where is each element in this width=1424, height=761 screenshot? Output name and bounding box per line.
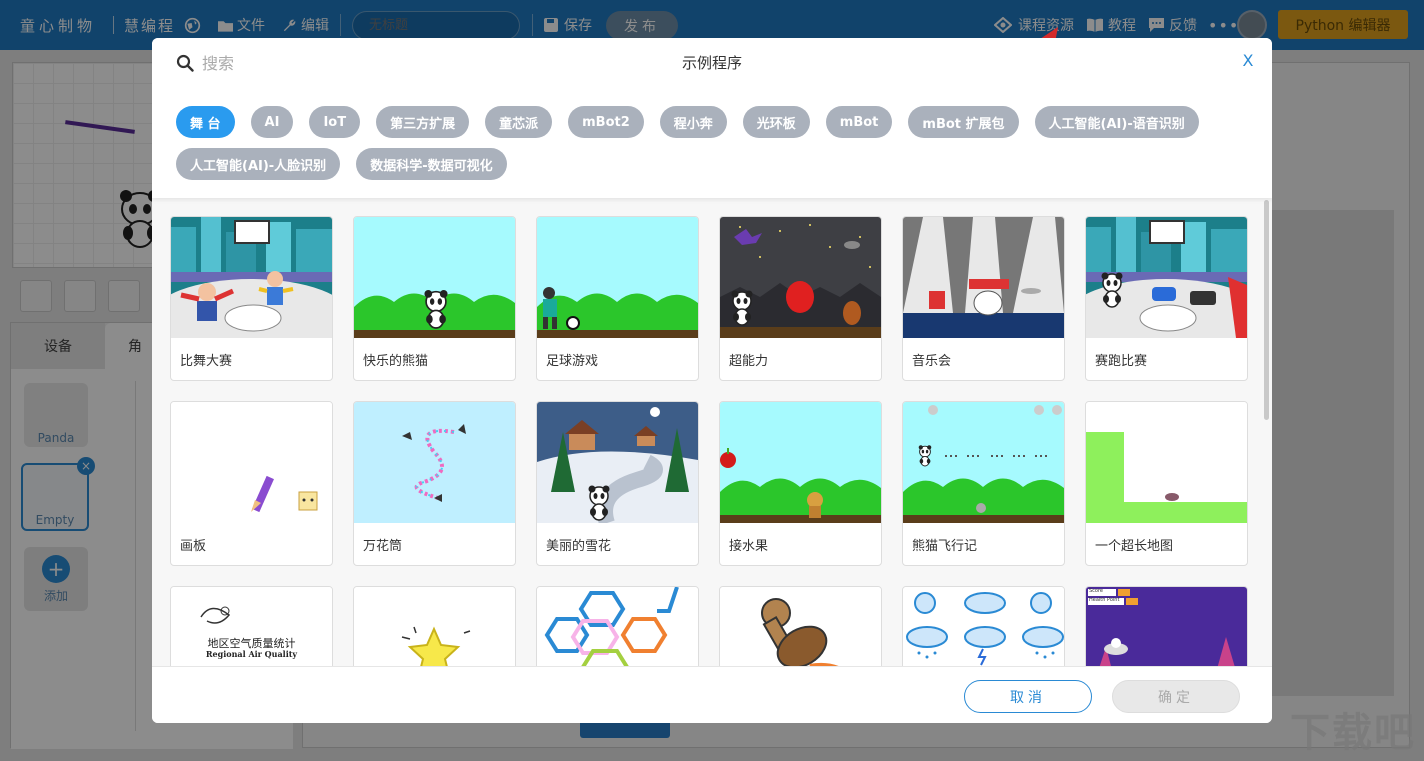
dialog-header: 示例程序 X 舞 台AIIoT第三方扩展童芯派mBot2程小奔光环板mBotmB… — [152, 38, 1272, 198]
example-card[interactable]: 足球游戏 — [536, 216, 699, 381]
example-card-label: 快乐的熊猫 — [363, 354, 429, 369]
example-thumbnail — [720, 587, 881, 666]
confirm-button[interactable]: 确定 — [1112, 680, 1240, 713]
category-tag[interactable]: 人工智能(AI)-语音识别 — [1034, 106, 1199, 138]
example-card[interactable]: 接水果 — [719, 401, 882, 566]
space-health-label: Health Point — [1089, 597, 1120, 603]
example-card[interactable]: 美丽的雪花 — [536, 401, 699, 566]
category-tag[interactable]: 舞 台 — [176, 106, 235, 138]
example-card[interactable]: 地区空气质量统计 Regional Air Quality — [170, 586, 333, 666]
example-card[interactable]: 画板 — [170, 401, 333, 566]
example-card[interactable]: 熊猫飞行记 — [902, 401, 1065, 566]
example-thumbnail — [903, 402, 1064, 523]
example-thumbnail — [1086, 402, 1247, 523]
watermark-logo: 下载吧 — [1290, 710, 1416, 756]
category-tag[interactable]: mBot2 — [568, 106, 644, 138]
example-card[interactable] — [536, 586, 699, 666]
example-card-label: 赛跑比赛 — [1095, 354, 1148, 369]
example-card[interactable]: Score Health Point — [1085, 586, 1248, 666]
example-card-label: 一个超长地图 — [1095, 539, 1174, 554]
cancel-button[interactable]: 取消 — [964, 680, 1092, 713]
example-thumbnail — [537, 217, 698, 338]
example-cards: 比舞大赛 快乐的熊猫 足球游戏 超能力 音乐会 赛跑比赛画板 万花筒 美丽的雪花 接水果 熊猫飞行… — [170, 216, 1248, 666]
example-card[interactable]: 音乐会 — [902, 216, 1065, 381]
example-thumbnail — [171, 217, 332, 338]
search-icon — [176, 54, 194, 72]
example-thumbnail — [720, 402, 881, 523]
category-tag[interactable]: IoT — [309, 106, 361, 138]
category-tag[interactable]: AI — [250, 106, 294, 138]
example-card[interactable]: 比舞大赛 — [170, 216, 333, 381]
example-thumbnail — [537, 402, 698, 523]
dialog-footer: 取消 确定 — [152, 666, 1272, 723]
example-thumbnail — [171, 402, 332, 523]
close-icon[interactable]: X — [1240, 52, 1256, 70]
category-tag[interactable]: 数据科学-数据可视化 — [356, 148, 507, 180]
space-score-label: Score — [1089, 588, 1104, 594]
category-tag[interactable]: 第三方扩展 — [376, 106, 470, 138]
example-thumbnail — [903, 217, 1064, 338]
example-thumbnail — [354, 402, 515, 523]
examples-dialog: 示例程序 X 舞 台AIIoT第三方扩展童芯派mBot2程小奔光环板mBotmB… — [152, 38, 1272, 723]
example-card-label: 熊猫飞行记 — [912, 539, 978, 554]
example-thumbnail — [537, 587, 698, 666]
category-tag[interactable]: 光环板 — [742, 106, 810, 138]
example-card-label: 美丽的雪花 — [546, 539, 612, 554]
air-quality-subtitle: Regional Air Quality — [205, 649, 298, 659]
example-thumbnail: Score Health Point — [1086, 587, 1247, 666]
example-card[interactable]: 赛跑比赛 — [1085, 216, 1248, 381]
category-tag[interactable]: 人工智能(AI)-人脸识别 — [176, 148, 341, 180]
category-tag[interactable]: mBot — [825, 106, 893, 138]
category-tag[interactable]: mBot 扩展包 — [908, 106, 1019, 138]
example-card[interactable]: 快乐的熊猫 — [353, 216, 516, 381]
example-thumbnail — [1086, 217, 1247, 338]
example-thumbnail: 地区空气质量统计 Regional Air Quality — [171, 587, 332, 666]
example-card[interactable]: 一个超长地图 — [1085, 401, 1248, 566]
example-card[interactable]: 超能力 — [719, 216, 882, 381]
search-input[interactable] — [202, 50, 502, 76]
category-tag[interactable]: 程小奔 — [659, 106, 727, 138]
example-thumbnail — [720, 217, 881, 338]
example-card[interactable] — [902, 586, 1065, 666]
examples-grid: 比舞大赛 快乐的熊猫 足球游戏 超能力 音乐会 赛跑比赛画板 万花筒 美丽的雪花 接水果 熊猫飞行… — [152, 198, 1272, 666]
example-card-label: 画板 — [180, 539, 207, 554]
example-thumbnail — [354, 217, 515, 338]
example-card-label: 超能力 — [729, 354, 769, 369]
example-card-label: 音乐会 — [912, 354, 952, 369]
scrollbar[interactable] — [1264, 200, 1269, 420]
example-thumbnail — [903, 587, 1064, 666]
example-card-label: 万花筒 — [363, 539, 403, 554]
example-card[interactable] — [719, 586, 882, 666]
example-card-label: 比舞大赛 — [180, 354, 233, 369]
example-card-label: 接水果 — [729, 539, 769, 554]
category-tag[interactable]: 童芯派 — [485, 106, 553, 138]
example-card-label: 足球游戏 — [546, 354, 599, 369]
example-card[interactable]: 万花筒 — [353, 401, 516, 566]
example-thumbnail — [354, 587, 515, 666]
category-tags: 舞 台 AI IoT 第三方扩展 童芯派 mBot2 程小奔 光环板 mBot mBot 扩展包人… — [176, 106, 1256, 180]
example-card[interactable] — [353, 586, 516, 666]
